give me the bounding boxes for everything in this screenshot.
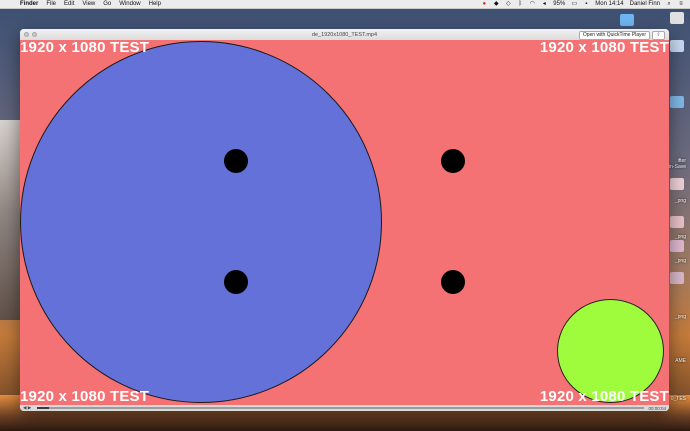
- window-title: de_1920x1080_TEST.mp4: [311, 31, 378, 38]
- corner-label-top-left: 1920 x 1080 TEST: [20, 40, 150, 56]
- desktop-label: 0_TES: [670, 396, 686, 402]
- scrubber-progress: [37, 407, 50, 409]
- desktop-file-icon[interactable]: [670, 96, 684, 108]
- status-area: ● ◆ ◇ ᛒ ◠ ◂ 95% ▭ ▪ Mon 14:14 Daniel Fin…: [481, 1, 684, 7]
- black-dot: [224, 270, 248, 294]
- desktop-label: AME: [675, 358, 686, 364]
- menu-window[interactable]: Window: [119, 1, 140, 7]
- desktop-image-icon[interactable]: [670, 272, 684, 284]
- scrubber[interactable]: [37, 407, 645, 409]
- adobe-icon[interactable]: ◆: [493, 1, 499, 7]
- desktop-printer-icon[interactable]: [670, 12, 684, 24]
- desktop-label: _png: [674, 198, 686, 204]
- menu-help[interactable]: Help: [149, 1, 161, 7]
- bluetooth-icon[interactable]: ᛒ: [517, 1, 523, 7]
- menu-file[interactable]: File: [46, 1, 56, 7]
- black-dot: [441, 149, 465, 173]
- corner-label-bottom-right: 1920 x 1080 TEST: [539, 388, 669, 405]
- menu-finder[interactable]: Finder: [20, 1, 38, 7]
- menu-go[interactable]: Go: [103, 1, 111, 7]
- user-name[interactable]: Daniel Finn: [630, 1, 660, 7]
- playback-controls: ◀ ▶ 00:00:04: [20, 405, 669, 411]
- close-icon[interactable]: [24, 32, 29, 37]
- blue-circle: [20, 41, 382, 403]
- black-dot: [224, 149, 248, 173]
- quicklook-window: de_1920x1080_TEST.mp4 Open with QuickTim…: [20, 29, 669, 411]
- open-with-quicktime-button[interactable]: Open with QuickTime Player: [578, 30, 650, 40]
- desktop-label: _png: [674, 314, 686, 320]
- share-icon[interactable]: ⇧: [652, 30, 665, 40]
- desktop-label: in-Save: [669, 164, 686, 170]
- desktop-folder-icon[interactable]: [620, 14, 634, 26]
- window-controls: [24, 32, 37, 37]
- clock[interactable]: Mon 14:14: [595, 1, 623, 7]
- menu-bar: Finder File Edit View Go Window Help ● ◆…: [0, 0, 690, 9]
- volume-icon[interactable]: ◂: [541, 1, 547, 7]
- battery-percent[interactable]: 95%: [553, 1, 565, 7]
- wifi-icon[interactable]: ◠: [529, 1, 535, 7]
- corner-label-top-right: 1920 x 1080 TEST: [539, 40, 669, 56]
- desktop-label: _png: [674, 258, 686, 264]
- fullscreen-icon[interactable]: [32, 32, 37, 37]
- corner-label-bottom-left: 1920 x 1080 TEST: [20, 388, 150, 405]
- dropbox-icon[interactable]: ◇: [505, 1, 511, 7]
- desktop-file-icon[interactable]: [670, 40, 684, 52]
- menu-view[interactable]: View: [82, 1, 95, 7]
- battery-icon[interactable]: ▭: [571, 1, 577, 7]
- desktop-image-icon[interactable]: [670, 178, 684, 190]
- search-icon[interactable]: ⌕: [666, 1, 672, 7]
- flag-icon[interactable]: ▪: [583, 1, 589, 7]
- menu-list-icon[interactable]: ≡: [678, 1, 684, 7]
- black-dot: [441, 270, 465, 294]
- notification-badge-icon[interactable]: ●: [481, 1, 487, 7]
- menu-edit[interactable]: Edit: [64, 1, 74, 7]
- desktop-image-icon[interactable]: [670, 216, 684, 228]
- play-controls-icon[interactable]: ◀ ▶: [23, 405, 33, 411]
- playback-time: 00:00:04: [648, 405, 666, 411]
- desktop-image-icon[interactable]: [670, 240, 684, 252]
- video-frame[interactable]: 1920 x 1080 TEST 1920 x 1080 TEST 1920 x…: [20, 40, 669, 405]
